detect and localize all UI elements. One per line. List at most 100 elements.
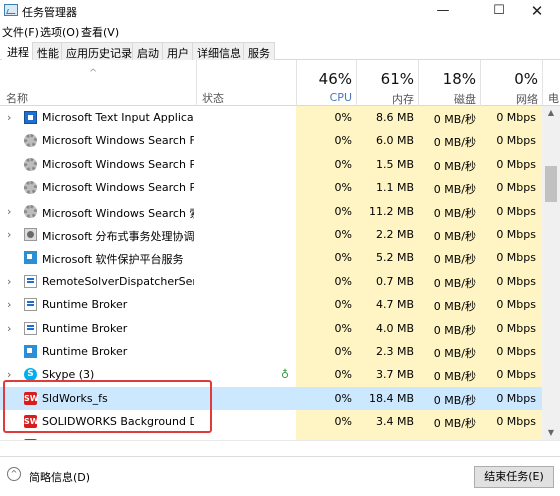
network-value: 0 Mbps [496,204,536,218]
process-name: Microsoft 软件保护平台服务 [42,253,184,267]
process-name: Runtime Broker [42,321,128,335]
expand-chevron-icon[interactable]: › [7,228,17,241]
window-icon [24,274,37,288]
menu-file[interactable]: 文件(F) [2,24,39,40]
disk-label: 磁盘 [454,93,476,106]
disk-value: 0 MB/秒 [433,159,476,173]
process-row[interactable]: Microsoft Windows Search Pr... 0% 1.5 MB 0 … [0,152,542,177]
network-value: 0 Mbps [496,368,536,382]
tab-performance[interactable]: 性能 [32,42,64,60]
process-row[interactable]: Microsoft Windows Search Pr... 0% 1.1 MB 0 … [0,176,542,200]
cpu-value: 0% [334,134,352,148]
memory-value: 11.2 MB [368,204,414,218]
tab-processes[interactable]: 进程 [2,41,34,61]
network-value: 0 Mbps [496,415,536,429]
memory-value: 4.0 MB [375,321,414,335]
network-value: 0 Mbps [496,157,536,171]
memory-value: 18.4 MB [368,391,414,405]
column-cpu[interactable]: 46% CPU [296,60,352,104]
close-button[interactable]: ✕ [514,0,560,22]
column-divider[interactable] [418,60,419,106]
column-divider[interactable] [542,60,543,106]
column-header: ^ 名称 状态 46% CPU 61% 内存 18% 磁盘 0% 网络 电 [0,60,560,106]
expand-chevron-icon[interactable]: › [7,205,17,218]
network-value: 0 Mbps [496,391,536,405]
memory-value: 2.3 MB [375,345,414,358]
process-row[interactable]: › Microsoft Text Input Applicati... 0% 8.6 … [0,106,542,130]
window-icon [24,321,37,335]
network-value: 0 Mbps [496,298,536,312]
fewer-details-link[interactable]: 简略信息(D) [29,469,90,485]
disk-value: 0 MB/秒 [433,393,476,407]
service-icon [24,228,37,241]
scroll-up-icon[interactable]: ▲ [542,106,560,120]
column-memory[interactable]: 61% 内存 [356,60,414,107]
minimize-button[interactable]: — [420,0,466,22]
process-name: RemoteSolverDispatcherServ... [42,274,194,288]
disk-value: 0 MB/秒 [433,323,476,337]
process-row[interactable]: › RemoteSolverDispatcherServ... 0% 0.7 MB 0 … [0,269,542,294]
column-divider[interactable] [196,60,197,106]
annotation-highlight-box [3,380,212,433]
window-icon [24,298,37,312]
memory-value: 4.7 MB [375,298,414,312]
column-status[interactable]: 状态 [202,90,224,106]
tab-services[interactable]: 服务 [243,42,275,60]
memory-value: 1.1 MB [375,181,414,195]
memory-value: 8.6 MB [375,111,414,124]
process-row[interactable]: Microsoft 软件保护平台服务 0% 5.2 MB 0 MB/秒 0 Mbps [0,246,542,270]
disk-value: 0 MB/秒 [433,300,476,314]
process-name: Microsoft Windows Search 索... [42,206,194,220]
ms-app-icon [24,345,37,358]
list-bottom-divider [0,440,560,441]
disk-value: 0 MB/秒 [433,113,476,126]
cpu-value: 0% [334,204,352,218]
column-network[interactable]: 0% 网络 [480,60,538,107]
tab-details[interactable]: 详细信息 [192,42,246,60]
process-row[interactable]: › Microsoft Windows Search 索... 0% 11.2 MB 0… [0,199,542,223]
process-row[interactable]: › Microsoft 分布式事务处理协调... 0% 2.2 MB 0 MB/秒 0 M… [0,223,542,247]
memory-percent: 61% [380,70,414,88]
expand-chevron-icon[interactable]: › [7,298,17,311]
network-value: 0 Mbps [496,134,536,148]
process-row[interactable]: › Runtime Broker 0% 4.7 MB 0 MB/秒 0 Mbps [0,293,542,317]
expand-chevron-icon[interactable]: › [7,322,17,335]
expand-chevron-icon[interactable]: › [7,111,17,124]
network-percent: 0% [514,70,538,88]
vertical-scrollbar[interactable]: ▲ ▼ [542,106,560,440]
network-value: 0 Mbps [496,251,536,265]
tab-startup[interactable]: 启动 [132,42,164,60]
column-disk[interactable]: 18% 磁盘 [420,60,476,107]
process-row[interactable]: Microsoft Windows Search Fil... 0% 6.0 MB 0… [0,129,542,153]
memory-value: 1.5 MB [375,157,414,171]
disk-value: 0 MB/秒 [433,206,476,220]
process-row[interactable]: › Runtime Broker 0% 4.0 MB 0 MB/秒 0 Mbps [0,316,542,340]
process-name: Microsoft 分布式事务处理协调... [42,230,194,243]
tab-app-history[interactable]: 应用历史记录 [61,42,137,60]
network-value: 0 Mbps [496,345,536,358]
process-row[interactable]: Runtime Broker 0% 2.3 MB 0 MB/秒 0 Mbps [0,340,542,364]
memory-label: 内存 [392,93,414,106]
menu-view[interactable]: 查看(V) [81,24,119,40]
column-power[interactable]: 电 [548,90,559,106]
cpu-value: 0% [334,251,352,265]
disk-value: 0 MB/秒 [433,136,476,150]
tab-users[interactable]: 用户 [162,42,194,60]
sort-arrow-icon[interactable]: ^ [89,68,97,79]
menu-options[interactable]: 选项(O) [40,24,79,40]
disk-value: 0 MB/秒 [433,347,476,360]
network-value: 0 Mbps [496,228,536,241]
disk-value: 0 MB/秒 [433,417,476,431]
column-name[interactable]: 名称 [6,90,28,106]
memory-value: 5.2 MB [375,251,414,265]
end-task-button[interactable]: 结束任务(E) [474,466,554,488]
cpu-value: 0% [334,345,352,358]
cpu-value: 0% [334,391,352,405]
scroll-thumb[interactable] [545,166,557,202]
chevron-up-icon[interactable]: ^ [7,467,21,481]
disk-value: 0 MB/秒 [433,253,476,267]
expand-chevron-icon[interactable]: › [7,275,17,288]
scroll-down-icon[interactable]: ▼ [542,426,560,440]
cpu-value: 0% [334,415,352,429]
network-value: 0 Mbps [496,274,536,288]
